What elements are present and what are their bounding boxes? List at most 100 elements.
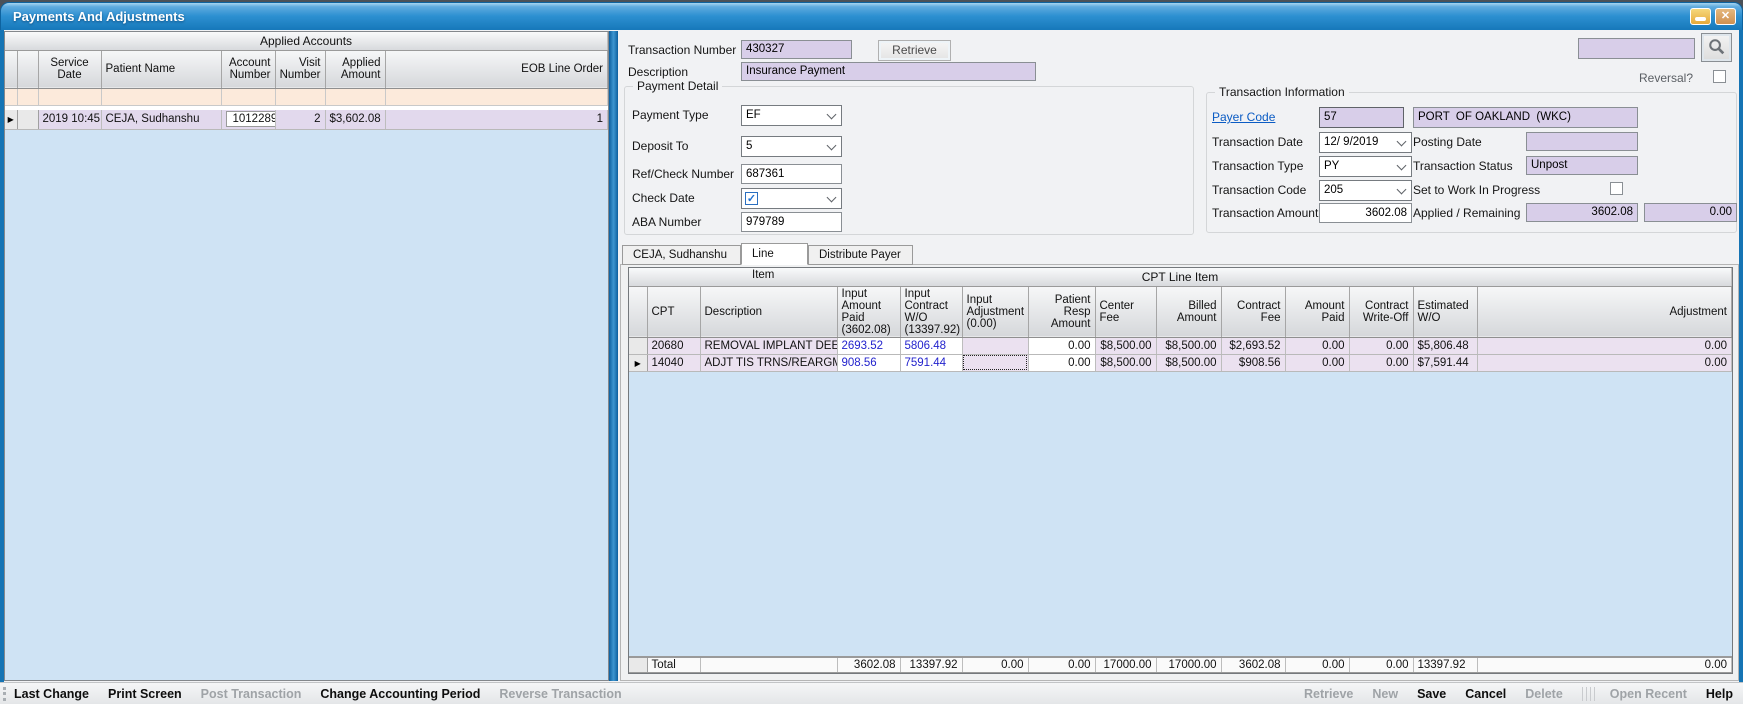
col-adjustment[interactable]: Adjustment: [1477, 286, 1732, 337]
col-input-adjustment[interactable]: Input Adjustment (0.00): [962, 286, 1028, 337]
last-change-button[interactable]: Last Change: [14, 687, 89, 701]
cpt-row-selected[interactable]: 14040 ADJT TIS TRNS/REARGM 908.56 7591.4…: [629, 354, 1732, 371]
cell-adjustment[interactable]: 0.00: [1477, 354, 1732, 371]
tab-patient[interactable]: CEJA, Sudhanshu: [622, 245, 741, 265]
transaction-date-picker[interactable]: 12/ 9/2019: [1319, 132, 1412, 153]
payer-code-link[interactable]: Payer Code: [1212, 110, 1275, 124]
cell-amount-paid[interactable]: 0.00: [1285, 354, 1349, 371]
cancel-button[interactable]: Cancel: [1465, 687, 1506, 701]
panel-divider: [609, 31, 618, 681]
col-billed-amount[interactable]: Billed Amount: [1156, 286, 1221, 337]
cell-visit-number[interactable]: 2: [275, 110, 325, 129]
cell-center-fee[interactable]: $8,500.00: [1095, 337, 1156, 354]
payments-adjustments-window: Payments And Adjustments Applied Account…: [0, 0, 1743, 704]
col-amount-paid[interactable]: Amount Paid: [1285, 286, 1349, 337]
cell-contract-writeoff[interactable]: 0.00: [1349, 337, 1413, 354]
col-service-date[interactable]: Service Date: [38, 50, 101, 88]
cell-billed-amount[interactable]: $8,500.00: [1156, 337, 1221, 354]
cell-input-amount-paid[interactable]: 908.56: [837, 354, 900, 371]
cell-account-number[interactable]: 1012289: [221, 110, 275, 129]
help-button[interactable]: Help: [1706, 687, 1733, 701]
applied-account-row[interactable]: 2019 10:45:0 CEJA, Sudhanshu 1012289 2 $…: [5, 110, 608, 129]
cell-center-fee[interactable]: $8,500.00: [1095, 354, 1156, 371]
check-date-checkbox[interactable]: [745, 192, 758, 205]
search-button[interactable]: [1701, 33, 1732, 62]
magnifier-icon: [1708, 38, 1726, 56]
cell-eob-line-order[interactable]: 1: [385, 110, 608, 129]
col-patient-name[interactable]: Patient Name: [101, 50, 221, 88]
col-description[interactable]: Description: [700, 286, 837, 337]
transaction-amount-field[interactable]: 3602.08: [1319, 203, 1412, 223]
col-estimated-wo[interactable]: Estimated W/O: [1413, 286, 1477, 337]
cell-input-contract-wo[interactable]: 7591.44: [900, 354, 962, 371]
col-input-amount-paid[interactable]: Input Amount Paid (3602.08): [837, 286, 900, 337]
col-patient-resp[interactable]: Patient Resp Amount: [1028, 286, 1095, 337]
cell-input-amount-paid[interactable]: 2693.52: [837, 337, 900, 354]
cell-estimated-wo[interactable]: $7,591.44: [1413, 354, 1477, 371]
payment-type-select[interactable]: EF: [741, 105, 842, 126]
cell-applied-amount[interactable]: $3,602.08: [325, 110, 385, 129]
payer-code-field[interactable]: 57: [1319, 107, 1404, 128]
cell-cpt[interactable]: 20680: [647, 337, 700, 354]
minimize-button[interactable]: [1690, 8, 1711, 25]
cell-input-adjustment-focused[interactable]: [962, 354, 1028, 371]
check-date-picker[interactable]: 12/ 8/2019: [741, 188, 842, 209]
titlebar[interactable]: Payments And Adjustments: [0, 2, 1743, 30]
cell-amount-paid[interactable]: 0.00: [1285, 337, 1349, 354]
payment-type-value: EF: [746, 109, 761, 121]
cell-input-contract-wo[interactable]: 5806.48: [900, 337, 962, 354]
cell-adjustment[interactable]: 0.00: [1477, 337, 1732, 354]
tab-distribute-payer[interactable]: Distribute Payer: [808, 245, 913, 265]
save-button[interactable]: Save: [1417, 687, 1446, 701]
transaction-code-select[interactable]: 205: [1319, 180, 1412, 201]
cpt-row[interactable]: 20680 REMOVAL IMPLANT DEEP 2693.52 5806.…: [629, 337, 1732, 354]
account-number-box[interactable]: 1012289: [226, 111, 276, 127]
col-account-number[interactable]: Account Number: [221, 50, 275, 88]
new-button: New: [1372, 687, 1398, 701]
col-visit-number[interactable]: Visit Number: [275, 50, 325, 88]
posting-date-field: [1526, 132, 1638, 151]
ref-check-field[interactable]: 687361: [741, 164, 842, 184]
cell-description[interactable]: ADJT TIS TRNS/REARGM: [700, 354, 837, 371]
cell-contract-fee[interactable]: $908.56: [1221, 354, 1285, 371]
col-contract-fee[interactable]: Contract Fee: [1221, 286, 1285, 337]
deposit-to-select[interactable]: 5: [741, 136, 842, 157]
cell-contract-writeoff[interactable]: 0.00: [1349, 354, 1413, 371]
close-icon: [1716, 9, 1735, 24]
cell-contract-fee[interactable]: $2,693.52: [1221, 337, 1285, 354]
col-eob-line-order[interactable]: EOB Line Order: [385, 50, 608, 88]
col-cpt[interactable]: CPT: [647, 286, 700, 337]
print-screen-button[interactable]: Print Screen: [108, 687, 182, 701]
reversal-checkbox[interactable]: [1713, 70, 1726, 83]
status-bar: Last Change Print Screen Post Transactio…: [0, 682, 1743, 704]
cell-billed-amount[interactable]: $8,500.00: [1156, 354, 1221, 371]
grid-empty-area: [629, 371, 1732, 657]
applied-amount-field: 3602.08: [1526, 203, 1638, 222]
col-center-fee[interactable]: Center Fee: [1095, 286, 1156, 337]
retrieve-button-top[interactable]: Retrieve: [878, 40, 951, 61]
transaction-number-field[interactable]: 430327: [741, 40, 852, 59]
payment-detail-group: Payment Detail: [624, 86, 1194, 235]
cell-cpt[interactable]: 14040: [647, 354, 700, 371]
description-field[interactable]: Insurance Payment: [741, 62, 1036, 81]
col-contract-writeoff[interactable]: Contract Write-Off: [1349, 286, 1413, 337]
total-input-contract-wo: 13397.92: [900, 657, 962, 673]
cell-service-date[interactable]: 2019 10:45:0: [38, 110, 101, 129]
cell-estimated-wo[interactable]: $5,806.48: [1413, 337, 1477, 354]
wip-checkbox[interactable]: [1610, 182, 1623, 195]
cell-input-adjustment[interactable]: [962, 337, 1028, 354]
col-applied-amount[interactable]: Applied Amount: [325, 50, 385, 88]
cell-patient-resp[interactable]: 0.00: [1028, 337, 1095, 354]
tab-line-item[interactable]: Line Item: [741, 243, 808, 265]
cell-description[interactable]: REMOVAL IMPLANT DEEP: [700, 337, 837, 354]
filter-row[interactable]: [5, 88, 608, 105]
transaction-type-select[interactable]: PY: [1319, 156, 1412, 177]
aba-field[interactable]: 979789: [741, 212, 842, 232]
close-button[interactable]: [1715, 8, 1736, 25]
cell-patient-resp[interactable]: 0.00: [1028, 354, 1095, 371]
col-input-contract-wo[interactable]: Input Contract W/O (13397.92): [900, 286, 962, 337]
total-input-amount-paid: 3602.08: [837, 657, 900, 673]
search-input[interactable]: [1578, 38, 1695, 59]
cell-patient-name[interactable]: CEJA, Sudhanshu: [101, 110, 221, 129]
change-accounting-period-button[interactable]: Change Accounting Period: [320, 687, 480, 701]
